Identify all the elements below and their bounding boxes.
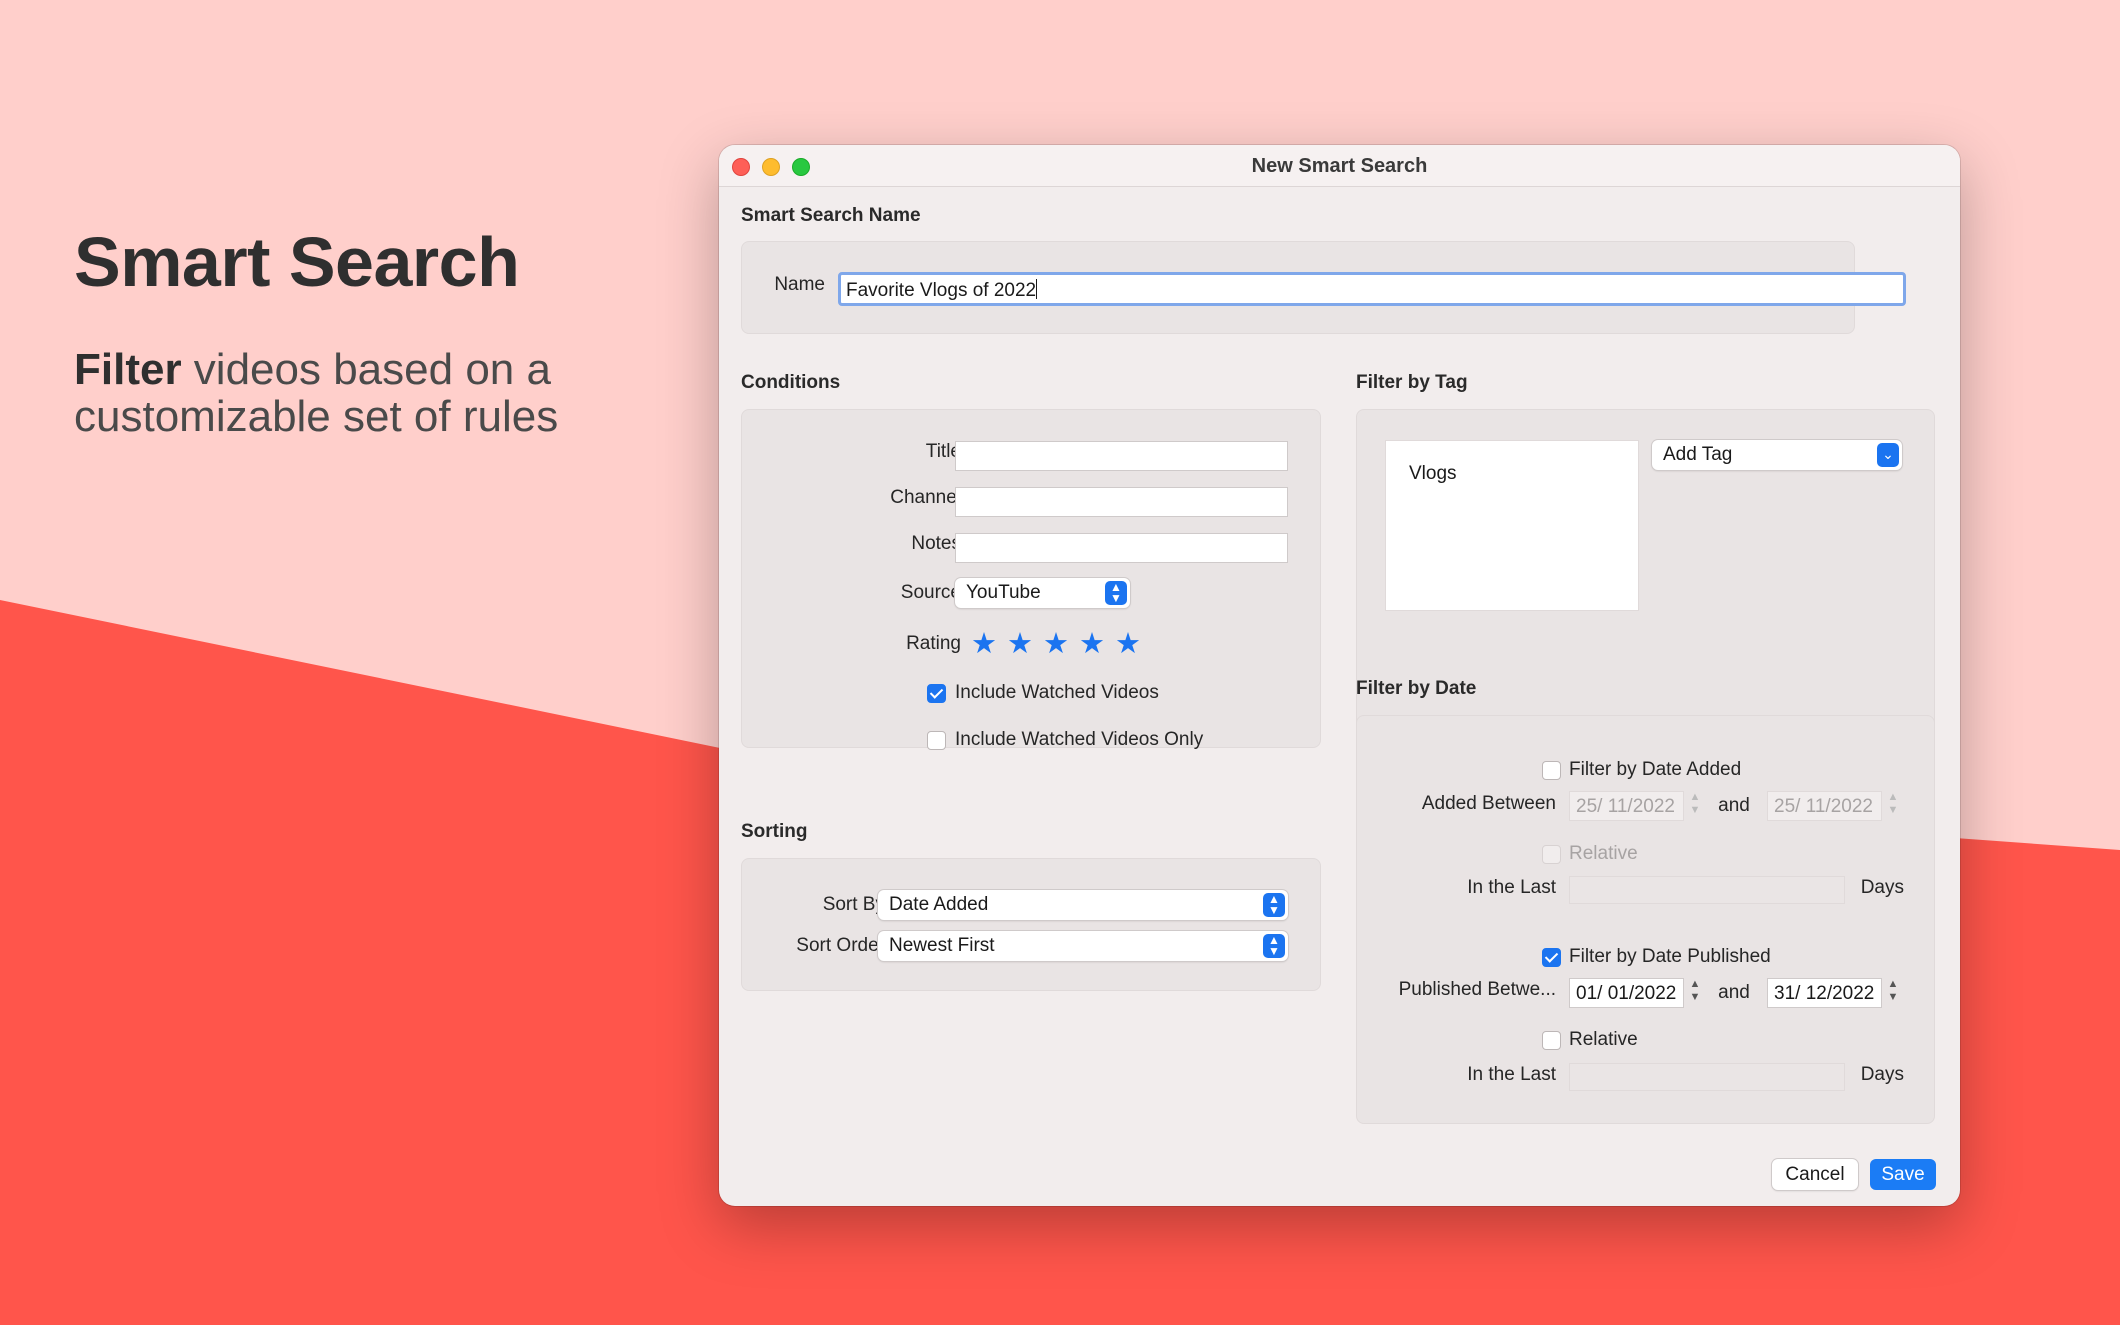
added-days-field[interactable] <box>1569 876 1845 904</box>
up-down-chevron-icon: ▲ ▼ <box>1105 581 1127 605</box>
star-icon[interactable]: ★ <box>1079 629 1105 659</box>
source-label: Source <box>900 582 961 603</box>
published-relative-label: Relative <box>1569 1029 1638 1050</box>
source-popup[interactable]: YouTube ▲ ▼ <box>955 578 1130 608</box>
cancel-button[interactable]: Cancel <box>1772 1159 1858 1190</box>
sorting-group <box>741 858 1321 991</box>
star-icon[interactable]: ★ <box>1007 629 1033 659</box>
filter-by-date-published-checkbox[interactable] <box>1542 948 1561 967</box>
published-in-the-last-label: In the Last <box>1467 1064 1556 1085</box>
published-relative-checkbox[interactable] <box>1542 1031 1561 1050</box>
chevron-down-icon: ⌄ <box>1877 443 1899 467</box>
up-down-chevron-icon: ▲ ▼ <box>1263 934 1285 958</box>
window-title: New Smart Search <box>1251 155 1428 177</box>
smart-search-window: New Smart Search Smart Search Name Name … <box>719 145 1960 1206</box>
published-end-date-field[interactable]: 31/ 12/2022 <box>1767 978 1882 1008</box>
published-days-field[interactable] <box>1569 1063 1845 1091</box>
star-icon[interactable]: ★ <box>1115 629 1141 659</box>
sort-by-popup[interactable]: Date Added ▲ ▼ <box>878 890 1288 920</box>
stepper-icon[interactable]: ▲ ▼ <box>1687 978 1703 1008</box>
stepper-icon[interactable]: ▲ ▼ <box>1885 791 1901 821</box>
sort-by-label: Sort By <box>822 894 885 915</box>
source-popup-value: YouTube <box>966 582 1041 603</box>
sort-order-popup[interactable]: Newest First ▲ ▼ <box>878 931 1288 961</box>
added-days-label: Days <box>1860 877 1904 898</box>
name-input-value: Favorite Vlogs of 2022 <box>846 280 1037 301</box>
added-and-label: and <box>1718 795 1750 816</box>
up-down-chevron-icon: ▲ ▼ <box>1263 893 1285 917</box>
title-input[interactable] <box>955 441 1288 471</box>
hero-title: Smart Search <box>74 223 520 301</box>
star-icon[interactable]: ★ <box>1043 629 1069 659</box>
filter-by-date-published-label: Filter by Date Published <box>1569 946 1771 967</box>
name-input[interactable]: Favorite Vlogs of 2022 <box>838 272 1906 306</box>
added-in-the-last-label: In the Last <box>1467 877 1556 898</box>
added-between-label: Added Between <box>1421 793 1556 814</box>
sort-order-value: Newest First <box>889 935 995 956</box>
star-icon[interactable]: ★ <box>971 629 997 659</box>
window-titlebar: New Smart Search <box>719 145 1960 187</box>
published-days-label: Days <box>1860 1064 1904 1085</box>
filter-by-date-added-checkbox[interactable] <box>1542 761 1561 780</box>
include-watched-only-label: Include Watched Videos Only <box>955 729 1204 750</box>
tag-list[interactable]: Vlogs <box>1385 440 1639 611</box>
filter-by-tag-section-label: Filter by Tag <box>1356 372 1468 393</box>
sorting-section-label: Sorting <box>741 821 808 842</box>
published-between-label: Published Betwe... <box>1398 979 1556 1000</box>
filter-by-date-added-label: Filter by Date Added <box>1569 759 1742 780</box>
channel-label: Channel <box>890 487 961 508</box>
tag-list-item[interactable]: Vlogs <box>1409 463 1457 485</box>
rating-label: Rating <box>906 633 961 654</box>
hero-subtitle-bold: Filter <box>74 345 182 394</box>
name-section-label: Smart Search Name <box>741 205 921 226</box>
published-start-date-field[interactable]: 01/ 01/2022 <box>1569 978 1684 1008</box>
hero-subtitle: Filter videos based on a customizable se… <box>74 346 694 440</box>
filter-by-date-section-label: Filter by Date <box>1356 678 1477 699</box>
notes-label: Notes <box>911 533 961 554</box>
added-start-date-field[interactable]: 25/ 11/2022 <box>1569 791 1684 821</box>
conditions-section-label: Conditions <box>741 372 841 393</box>
notes-input[interactable] <box>955 533 1288 563</box>
text-cursor <box>1036 279 1038 299</box>
stepper-icon[interactable]: ▲ ▼ <box>1687 791 1703 821</box>
include-watched-only-checkbox[interactable] <box>927 731 946 750</box>
stepper-icon[interactable]: ▲ ▼ <box>1885 978 1901 1008</box>
sort-by-value: Date Added <box>889 894 989 915</box>
sort-order-label: Sort Order <box>796 935 885 956</box>
published-and-label: and <box>1718 982 1750 1003</box>
added-relative-label: Relative <box>1569 843 1638 864</box>
include-watched-checkbox[interactable] <box>927 684 946 703</box>
save-button[interactable]: Save <box>1870 1159 1936 1190</box>
name-label: Name <box>774 274 825 295</box>
add-tag-label: Add Tag <box>1663 444 1733 465</box>
add-tag-popup[interactable]: Add Tag ⌄ <box>1652 440 1902 470</box>
added-relative-checkbox[interactable] <box>1542 845 1561 864</box>
title-label: Title <box>925 441 961 462</box>
include-watched-label: Include Watched Videos <box>955 682 1159 703</box>
channel-input[interactable] <box>955 487 1288 517</box>
added-end-date-field[interactable]: 25/ 11/2022 <box>1767 791 1882 821</box>
